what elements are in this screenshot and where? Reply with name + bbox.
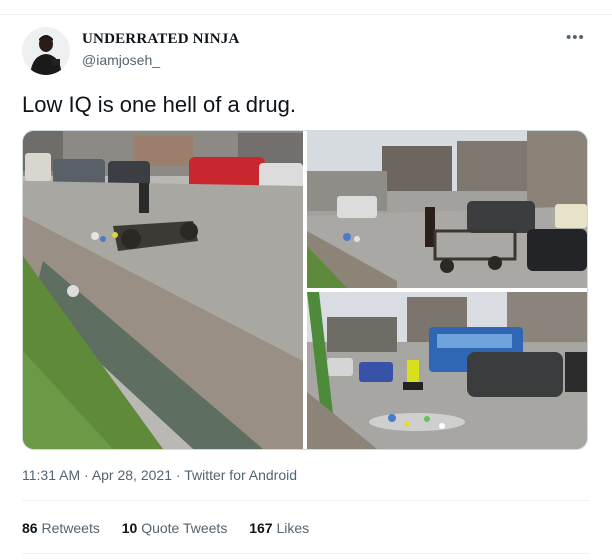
photo-1[interactable] [23,131,303,449]
meta-separator: · [84,467,89,483]
retweets-count: 86 [22,520,38,536]
photo-3[interactable] [307,292,587,449]
likes-stat[interactable]: 167 Likes [249,520,309,536]
avatar-image [22,27,70,75]
avatar[interactable] [22,27,70,75]
quote-tweets-stat[interactable]: 10 Quote Tweets [122,520,228,536]
retweets-label: Retweets [41,520,100,536]
divider [22,553,590,554]
photo-icon [23,131,303,449]
author-handle[interactable]: @iamjoseh_ [82,52,160,68]
photo-2[interactable] [307,131,587,288]
quote-tweets-label: Quote Tweets [141,520,228,536]
tweet-date[interactable]: Apr 28, 2021 [92,467,172,483]
tweet-stats: 86 Retweets 10 Quote Tweets 167 Likes [22,520,327,536]
tweet-source[interactable]: Twitter for Android [184,467,297,483]
retweets-stat[interactable]: 86 Retweets [22,520,100,536]
tweet-meta: 11:31 AM · Apr 28, 2021 · Twitter for An… [22,467,297,483]
author-display-name[interactable]: UNDERRATED NINJA [82,31,240,48]
tweet-time[interactable]: 11:31 AM [22,467,80,483]
photo-icon [307,131,587,288]
likes-count: 167 [249,520,273,536]
top-border [0,0,612,15]
photo-icon [307,292,587,449]
meta-separator: · [175,467,181,483]
quote-tweets-count: 10 [121,520,138,536]
likes-label: Likes [276,520,310,536]
media-grid [22,130,588,450]
more-dots-icon[interactable]: ••• [566,29,585,46]
divider [22,500,590,501]
tweet-text: Low IQ is one hell of a drug. [22,92,296,117]
